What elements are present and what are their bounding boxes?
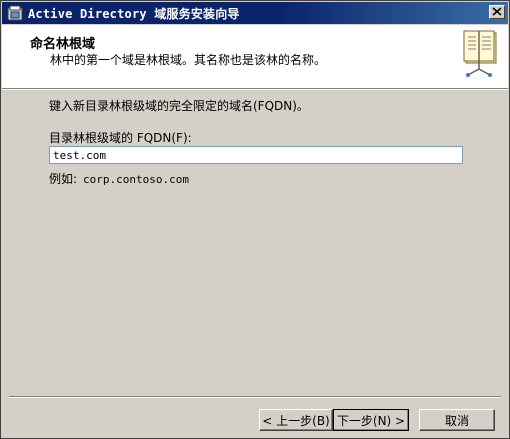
example-label: 例如: (49, 172, 78, 186)
wizard-window: Active Directory 域服务安装向导 命名林根域 林中的第一个域是林… (0, 0, 510, 439)
instruction-text: 键入新目录林根级域的完全限定的域名(FQDN)。 (49, 99, 309, 113)
page-title: 命名林根域 (30, 37, 96, 52)
page-subtitle: 林中的第一个域是林根域。其名称也是该林的名称。 (50, 53, 327, 67)
example-row: 例如: corp.contoso.com (49, 170, 189, 187)
back-button[interactable]: < 上一步(B) (259, 409, 333, 431)
example-value: corp.contoso.com (83, 173, 190, 186)
footer-divider-highlight (9, 397, 501, 398)
cancel-button[interactable]: 取消 (419, 409, 495, 431)
header-panel: 命名林根域 林中的第一个域是林根域。其名称也是该林的名称。 (2, 25, 508, 90)
close-icon (492, 5, 502, 19)
wizard-content: 键入新目录林根级域的完全限定的域名(FQDN)。 目录林根级域的 FQDN(F)… (1, 89, 509, 438)
next-button[interactable]: 下一步(N) > (333, 409, 409, 431)
book-icon (460, 29, 500, 77)
fqdn-label: 目录林根级域的 FQDN(F): (49, 131, 192, 145)
fqdn-input[interactable] (49, 146, 463, 164)
wizard-app-icon (7, 5, 23, 21)
title-bar[interactable]: Active Directory 域服务安装向导 (2, 2, 508, 24)
close-button[interactable] (489, 5, 505, 19)
window-title: Active Directory 域服务安装向导 (28, 7, 240, 21)
